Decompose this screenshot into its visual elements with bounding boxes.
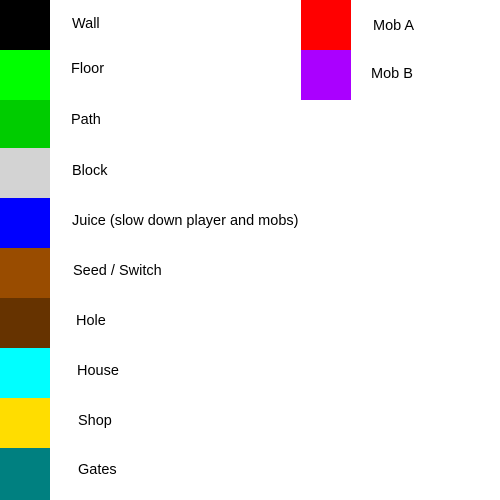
seed-switch-swatch [0,248,50,298]
gates-swatch [0,448,50,500]
house-label: House [77,363,119,379]
legend-item-gates: Gates [0,448,340,500]
legend-item-mob-a: Mob A [301,0,500,50]
mob-b-swatch [301,50,351,100]
legend-item-seed-switch: Seed / Switch [0,248,340,298]
mob-b-label: Mob B [371,66,413,82]
legend-item-shop: Shop [0,398,340,448]
shop-swatch [0,398,50,448]
floor-label: Floor [71,61,105,77]
block-swatch [0,148,50,198]
legend-item-juice: Juice (slow down player and mobs) [0,198,340,248]
legend-item-mob-b: Mob B [301,50,500,100]
legend-item-hole: Hole [0,298,340,348]
seed-switch-label: Seed / Switch [73,263,162,279]
shop-label: Shop [78,413,112,429]
path-label: Path [71,112,101,128]
mob-a-label: Mob A [373,18,415,34]
legend-item-floor: Floor [0,50,340,100]
juice-swatch [0,198,50,248]
legend-item-wall: Wall [0,0,340,50]
legend-item-block: Block [0,148,340,198]
path-swatch [0,100,50,150]
legend-item-house: House [0,348,340,398]
house-swatch [0,348,50,398]
legend-item-path: Path [0,100,340,150]
wall-label: Wall [72,16,100,32]
mob-a-swatch [301,0,351,50]
floor-swatch [0,50,50,100]
legend-left-column: Wall Floor Path Block Juice (slow down p… [0,0,340,500]
hole-label: Hole [76,313,106,329]
juice-label: Juice (slow down player and mobs) [72,213,299,229]
wall-swatch [0,0,50,50]
hole-swatch [0,298,50,348]
block-label: Block [72,163,108,179]
legend-right-column: Mob A Mob B [301,0,500,100]
gates-label: Gates [78,462,117,478]
